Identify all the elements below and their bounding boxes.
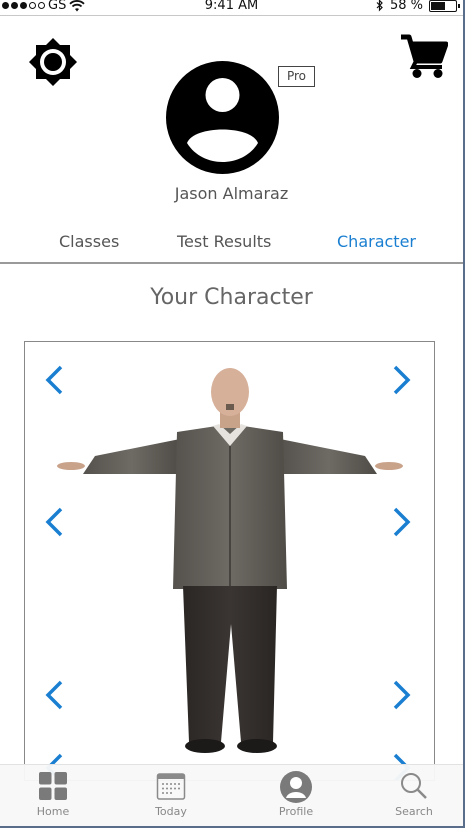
battery-percent: 58 % (389, 0, 423, 13)
character-viewer (24, 341, 435, 781)
nav-home-label: Home (36, 805, 70, 818)
bluetooth-icon (376, 0, 383, 12)
profile-tabs: Classes Test Results Character (0, 232, 463, 262)
tabs-divider (0, 262, 463, 264)
nav-search[interactable]: Search (374, 771, 454, 818)
chevron-left-icon[interactable] (43, 679, 65, 711)
calendar-icon (156, 773, 186, 800)
pro-badge: Pro (278, 66, 315, 87)
status-right: 58 % (376, 0, 460, 13)
nav-today[interactable]: Today (131, 771, 211, 818)
chevron-left-icon[interactable] (43, 364, 65, 396)
tab-test-results[interactable]: Test Results (177, 232, 271, 251)
brightness-gear-icon[interactable] (27, 36, 79, 88)
nav-profile[interactable]: Profile (256, 771, 336, 818)
chevron-right-icon[interactable] (391, 679, 413, 711)
chevron-right-icon[interactable] (391, 506, 413, 538)
nav-today-label: Today (155, 805, 187, 818)
nav-profile-label: Profile (278, 805, 314, 818)
search-icon (401, 773, 427, 799)
status-bar: GS 9:41 AM 58 % (0, 0, 463, 16)
account-circle-icon[interactable] (166, 61, 279, 174)
tab-classes[interactable]: Classes (59, 232, 119, 251)
bottom-tab-bar: Home Today Profile Search (0, 764, 463, 826)
person-icon (280, 771, 312, 803)
section-title: Your Character (150, 285, 313, 310)
chevron-right-icon[interactable] (391, 364, 413, 396)
app-frame: GS 9:41 AM 58 % Pro Jason Almaraz Classe… (0, 0, 465, 828)
user-name: Jason Almaraz (174, 184, 289, 203)
nav-home[interactable]: Home (13, 771, 93, 818)
battery-icon (429, 0, 460, 12)
tab-character[interactable]: Character (337, 232, 416, 251)
chevron-left-icon[interactable] (43, 506, 65, 538)
grid-icon (39, 772, 67, 800)
character-figure (57, 368, 403, 753)
shopping-cart-icon[interactable] (400, 34, 448, 78)
nav-search-label: Search (395, 805, 433, 818)
